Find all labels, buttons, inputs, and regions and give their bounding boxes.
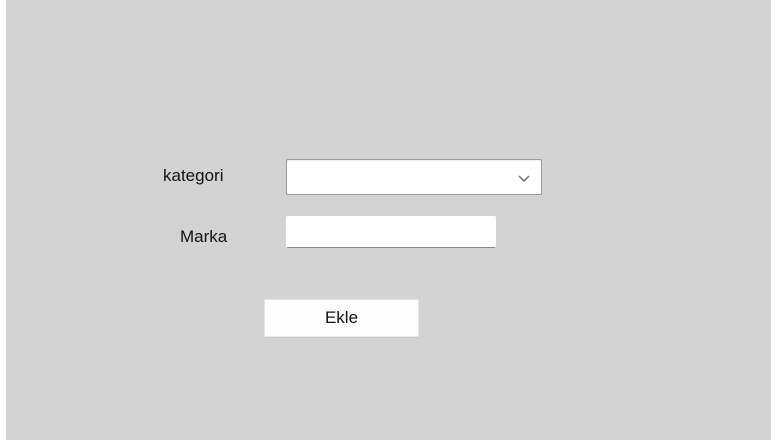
ekle-button[interactable]: Ekle [264,299,419,337]
chevron-down-icon[interactable] [517,171,531,185]
form-panel: kategori Marka Ekle [6,0,771,440]
kategori-dropdown[interactable] [286,159,542,195]
marka-input[interactable] [286,216,496,248]
kategori-label: kategori [163,166,224,185]
marka-label: Marka [180,227,228,246]
